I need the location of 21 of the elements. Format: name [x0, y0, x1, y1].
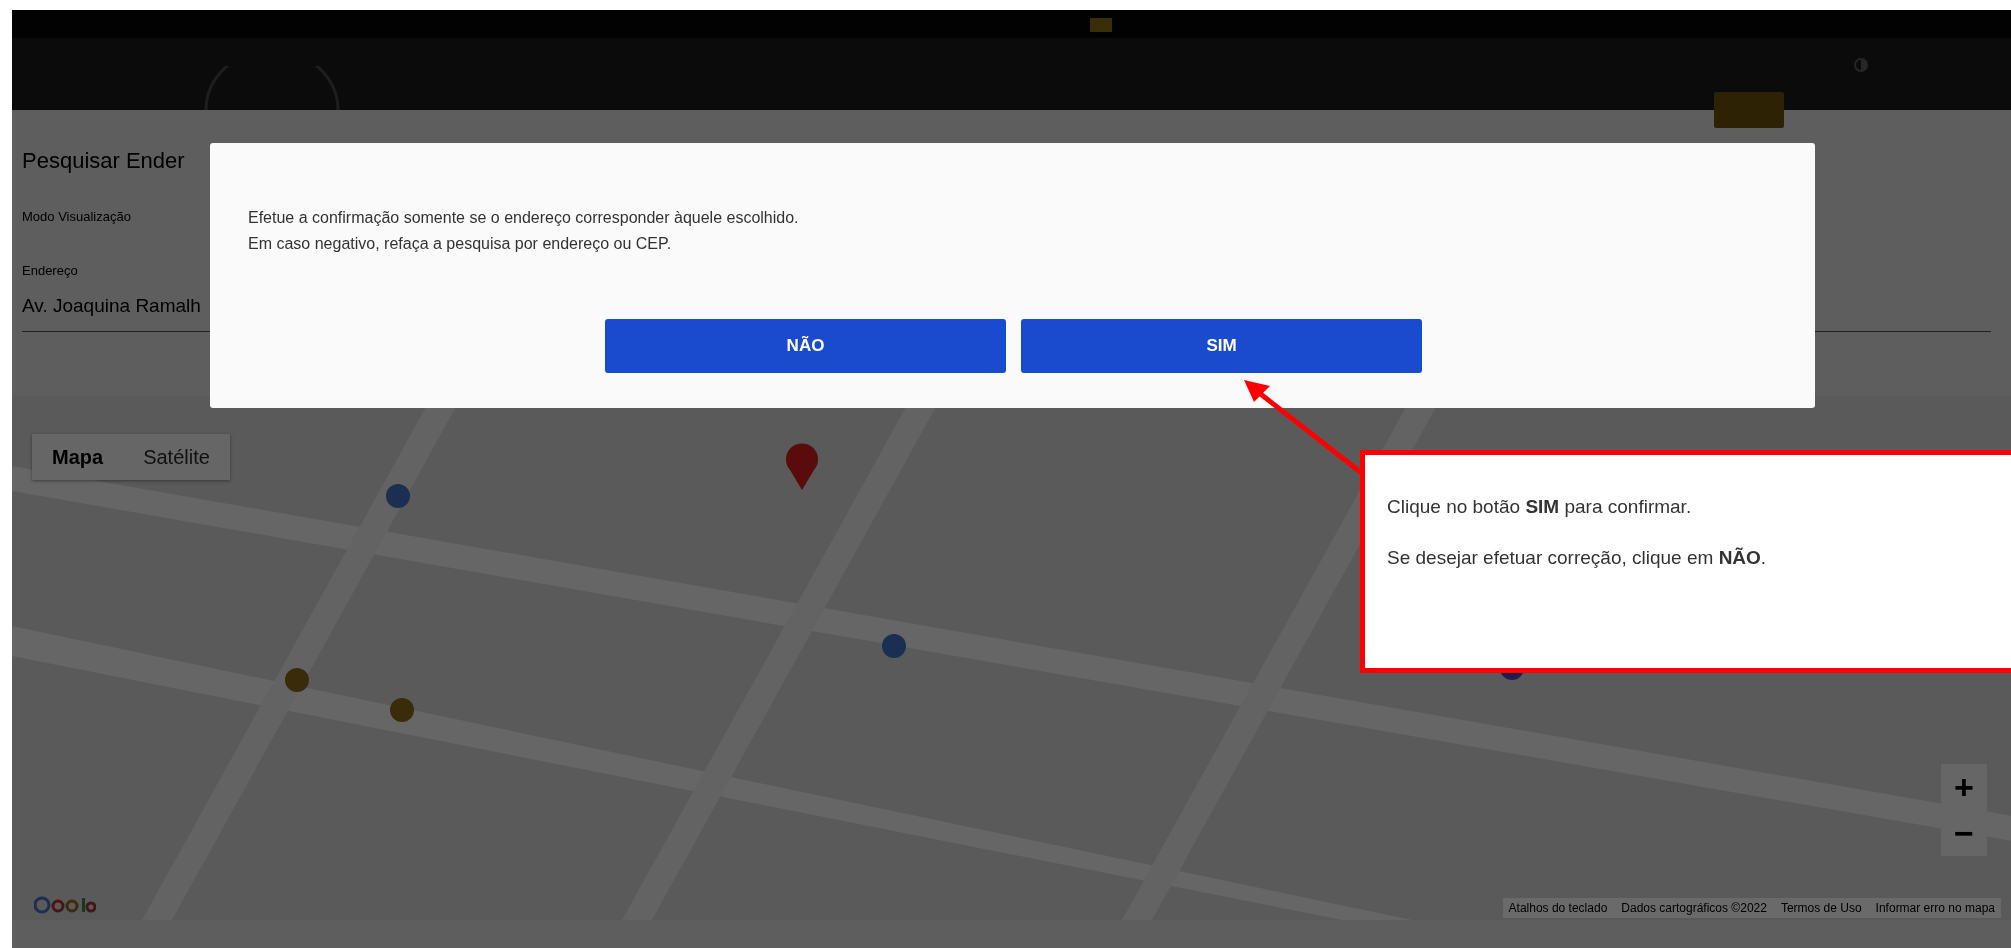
attribution-link[interactable]: Informar erro no mapa: [1875, 899, 1995, 917]
callout-text: Clique no botão SIM para confirmar.: [1387, 495, 1693, 519]
no-button[interactable]: NÃO: [605, 319, 1006, 373]
contrast-icon[interactable]: [1854, 58, 1868, 72]
header-badge: [1090, 18, 1112, 32]
zoom-in-button[interactable]: +: [1941, 764, 1987, 810]
dialog-message: Efetue a confirmação somente se o endereço corresponder àquele escolhido.: [248, 208, 800, 228]
dialog-message: Em caso negativo, refaça a pesquisa por endereço ou CEP.: [248, 234, 673, 254]
yes-button[interactable]: SIM: [1021, 319, 1422, 373]
attribution-link[interactable]: Atalhos do teclado: [1508, 899, 1608, 917]
google-logo-icon: [34, 896, 96, 914]
callout-text: Se desejar efetuar correção, clique em NÃO.: [1387, 545, 1768, 570]
zoom-out-button[interactable]: −: [1941, 810, 1987, 856]
map-type-tab[interactable]: Satélite: [123, 434, 230, 480]
map-type-tab[interactable]: Mapa: [32, 434, 124, 480]
header-button[interactable]: [1714, 92, 1784, 128]
field-label: Endereço: [22, 261, 78, 280]
page-title: Pesquisar Ender: [21, 147, 186, 175]
attribution-link[interactable]: Termos de Uso: [1780, 899, 1862, 917]
attribution-link[interactable]: Dados cartográficos ©2022: [1621, 899, 1767, 917]
field-label: Modo Visualização: [22, 208, 131, 226]
